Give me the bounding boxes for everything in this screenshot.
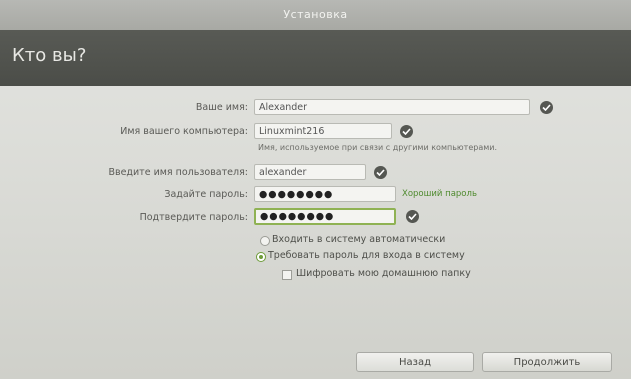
username-label: Введите имя пользователя:: [108, 167, 248, 178]
installer-window: Установка Кто вы? Ваше имя: Alexander Им…: [0, 0, 631, 379]
autologin-label[interactable]: Входить в систему автоматически: [272, 234, 445, 245]
autologin-radio[interactable]: [260, 236, 270, 246]
user-form: Ваше имя: Alexander Имя вашего компьютер…: [0, 0, 631, 379]
computer-name-label: Имя вашего компьютера:: [120, 126, 248, 137]
name-label: Ваше имя:: [195, 102, 248, 113]
require-password-radio[interactable]: [256, 252, 266, 262]
encrypt-home-checkbox[interactable]: [282, 270, 292, 280]
back-button[interactable]: Назад: [356, 352, 474, 372]
confirm-password-valid-check-icon: [406, 210, 419, 223]
continue-button[interactable]: Продолжить: [482, 352, 612, 372]
username-field[interactable]: alexander: [254, 164, 366, 180]
require-password-label[interactable]: Требовать пароль для входа в систему: [268, 250, 465, 261]
computer-name-valid-check-icon: [400, 125, 413, 138]
password-value: ●●●●●●●●: [259, 189, 334, 200]
password-strength-label: Хороший пароль: [402, 189, 477, 199]
password-label: Задайте пароль:: [164, 189, 248, 200]
name-valid-check-icon: [540, 101, 553, 114]
confirm-password-label: Подтвердите пароль:: [139, 212, 248, 223]
username-valid-check-icon: [374, 166, 387, 179]
confirm-password-value: ●●●●●●●●: [260, 211, 335, 222]
computer-name-hint: Имя, используемое при связи с другими ко…: [258, 143, 497, 152]
computer-name-field[interactable]: Linuxmint216: [254, 123, 392, 139]
confirm-password-field[interactable]: ●●●●●●●●: [254, 208, 396, 225]
password-field[interactable]: ●●●●●●●●: [254, 186, 396, 202]
encrypt-home-label[interactable]: Шифровать мою домашнюю папку: [296, 268, 471, 279]
name-field[interactable]: Alexander: [254, 99, 530, 115]
